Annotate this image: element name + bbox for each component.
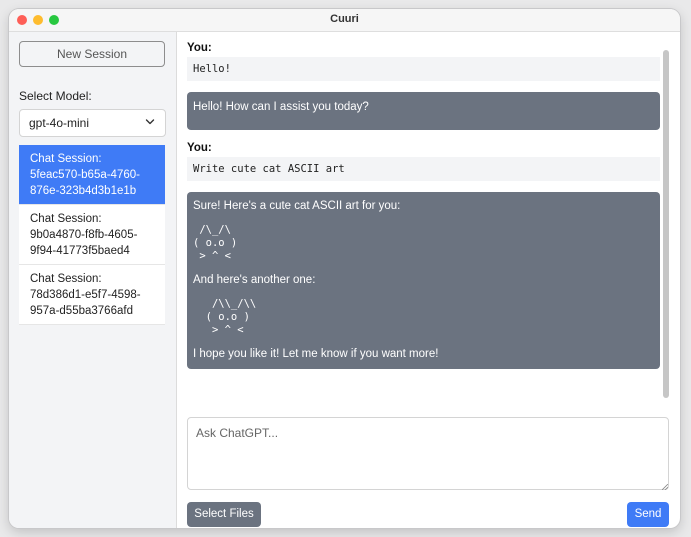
chevron-down-icon: [145, 119, 155, 125]
title-bar: Cuuri: [9, 9, 680, 32]
session-item-label: Chat Session: 5feac570-b65a-4760-876e-32…: [30, 153, 140, 197]
user-label: You:: [187, 142, 212, 154]
message-scrollbar[interactable]: [663, 50, 669, 398]
select-files-button[interactable]: Select Files: [187, 502, 261, 527]
session-item-label: Chat Session: 9b0a4870-f8fb-4605-9f94-41…: [30, 213, 138, 257]
message-input[interactable]: [187, 417, 669, 490]
assistant-text: Sure! Here's a cute cat ASCII art for yo…: [193, 200, 401, 212]
assistant-text: And here's another one:: [193, 274, 316, 286]
sidebar: New Session Select Model: gpt-4o-mini Ch…: [9, 32, 177, 528]
model-select-value: gpt-4o-mini: [29, 116, 90, 130]
chat-panel: You: Hello! Hello! How can I assist you …: [177, 32, 680, 528]
user-message: Hello!: [187, 57, 660, 81]
window-title: Cuuri: [330, 13, 359, 25]
ascii-art: /\\_/\\ ( o.o ) > ^ <: [205, 298, 257, 336]
model-select[interactable]: gpt-4o-mini: [19, 109, 166, 137]
user-label: You:: [187, 42, 212, 54]
new-session-button[interactable]: New Session: [19, 41, 165, 67]
assistant-message: Sure! Here's a cute cat ASCII art for yo…: [187, 192, 660, 369]
user-message: Write cute cat ASCII art: [187, 157, 660, 181]
message-list: You: Hello! Hello! How can I assist you …: [187, 42, 660, 402]
assistant-text: I hope you like it! Let me know if you w…: [193, 348, 439, 360]
session-item-label: Chat Session: 78d386d1-e5f7-4598-957a-d5…: [30, 273, 141, 317]
select-model-label: Select Model:: [19, 89, 92, 103]
send-button[interactable]: Send: [627, 502, 669, 527]
assistant-message: Hello! How can I assist you today?: [187, 92, 660, 130]
session-list: Chat Session: 5feac570-b65a-4760-876e-32…: [19, 145, 165, 325]
session-item-2[interactable]: Chat Session: 9b0a4870-f8fb-4605-9f94-41…: [19, 205, 165, 265]
ascii-art: /\_/\ ( o.o ) > ^ <: [193, 224, 238, 262]
resize-grip-icon[interactable]: [662, 484, 668, 490]
session-item-1[interactable]: Chat Session: 5feac570-b65a-4760-876e-32…: [19, 145, 165, 205]
app-window: Cuuri New Session Select Model: gpt-4o-m…: [9, 9, 680, 528]
assistant-text: Hello! How can I assist you today?: [193, 101, 369, 113]
session-item-3[interactable]: Chat Session: 78d386d1-e5f7-4598-957a-d5…: [19, 265, 165, 325]
